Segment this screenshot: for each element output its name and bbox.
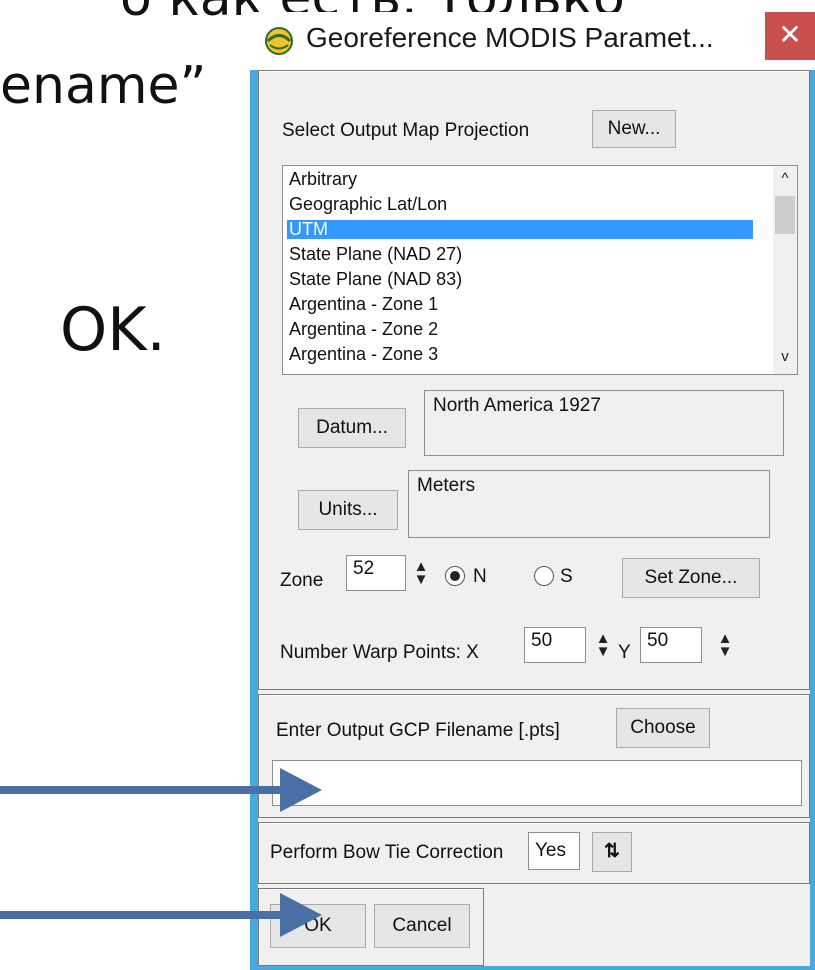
projection-list-item[interactable]: UTM <box>287 220 753 239</box>
south-label: S <box>560 566 573 587</box>
projection-list-item[interactable]: Argentina - Zone 1 <box>287 295 753 314</box>
envi-globe-icon <box>264 26 294 61</box>
warp-y-spinner-icon[interactable]: ▲ ▼ <box>714 631 736 660</box>
close-icon: ✕ <box>778 19 802 50</box>
warp-y-label: Y <box>618 642 631 663</box>
dialog-title: Georeference MODIS Paramet... <box>306 22 714 53</box>
scroll-thumb[interactable] <box>775 196 795 234</box>
dialog-client-area: Select Output Map Projection New... Arbi… <box>258 70 810 966</box>
bowtie-value[interactable]: Yes <box>528 832 580 870</box>
units-button[interactable]: Units... <box>298 490 398 530</box>
projection-list[interactable]: Arbitrary Geographic Lat/Lon UTM State Plan… <box>282 165 798 375</box>
title-bar[interactable]: Georeference MODIS Paramet... ✕ <box>250 12 815 70</box>
sort-arrows-icon[interactable]: ⇅ <box>592 832 632 872</box>
projection-list-item[interactable]: State Plane (NAD 83) <box>287 270 753 289</box>
arrow-to-filename-icon <box>0 768 322 812</box>
projection-list-item[interactable]: State Plane (NAD 27) <box>287 245 753 264</box>
warp-points-label: Number Warp Points: X <box>280 642 479 663</box>
zone-spinner-icon[interactable]: ▲ ▼ <box>410 559 432 588</box>
slide-text-line-3: OK. <box>60 295 166 365</box>
close-button[interactable]: ✕ <box>765 12 815 60</box>
projection-list-item[interactable]: Geographic Lat/Lon <box>287 195 753 214</box>
datum-value: North America 1927 <box>424 390 784 456</box>
warp-x-input[interactable]: 50 <box>524 627 586 663</box>
zone-label: Zone <box>280 570 324 591</box>
georeference-modis-dialog: Georeference MODIS Paramet... ✕ Select O… <box>250 12 815 970</box>
scroll-down-icon[interactable]: v <box>774 349 796 374</box>
south-radio[interactable] <box>534 566 554 586</box>
new-projection-button[interactable]: New... <box>592 110 676 148</box>
cancel-button[interactable]: Cancel <box>374 904 470 948</box>
projection-list-item[interactable]: Arbitrary <box>287 170 753 189</box>
gcp-filename-input[interactable] <box>272 760 802 806</box>
warp-x-spinner-icon[interactable]: ▲ ▼ <box>592 631 614 660</box>
bowtie-label: Perform Bow Tie Correction <box>270 842 504 863</box>
projection-list-item[interactable]: Argentina - Zone 2 <box>287 320 753 339</box>
datum-button[interactable]: Datum... <box>298 408 406 448</box>
projection-label: Select Output Map Projection <box>282 120 530 141</box>
arrow-to-ok-icon <box>0 893 322 937</box>
projection-list-item[interactable]: Argentina - Zone 3 <box>287 345 753 364</box>
zone-input[interactable]: 52 <box>346 555 406 591</box>
set-zone-button[interactable]: Set Zone... <box>622 558 760 598</box>
choose-button[interactable]: Choose <box>616 708 710 748</box>
warp-y-input[interactable]: 50 <box>640 627 702 663</box>
slide-text-line-2: ename” <box>0 56 207 116</box>
north-radio[interactable] <box>445 566 465 586</box>
north-label: N <box>473 566 487 587</box>
list-scrollbar[interactable]: ^ v <box>773 166 797 374</box>
units-value: Meters <box>408 470 770 538</box>
gcp-filename-label: Enter Output GCP Filename [.pts] <box>276 720 560 741</box>
